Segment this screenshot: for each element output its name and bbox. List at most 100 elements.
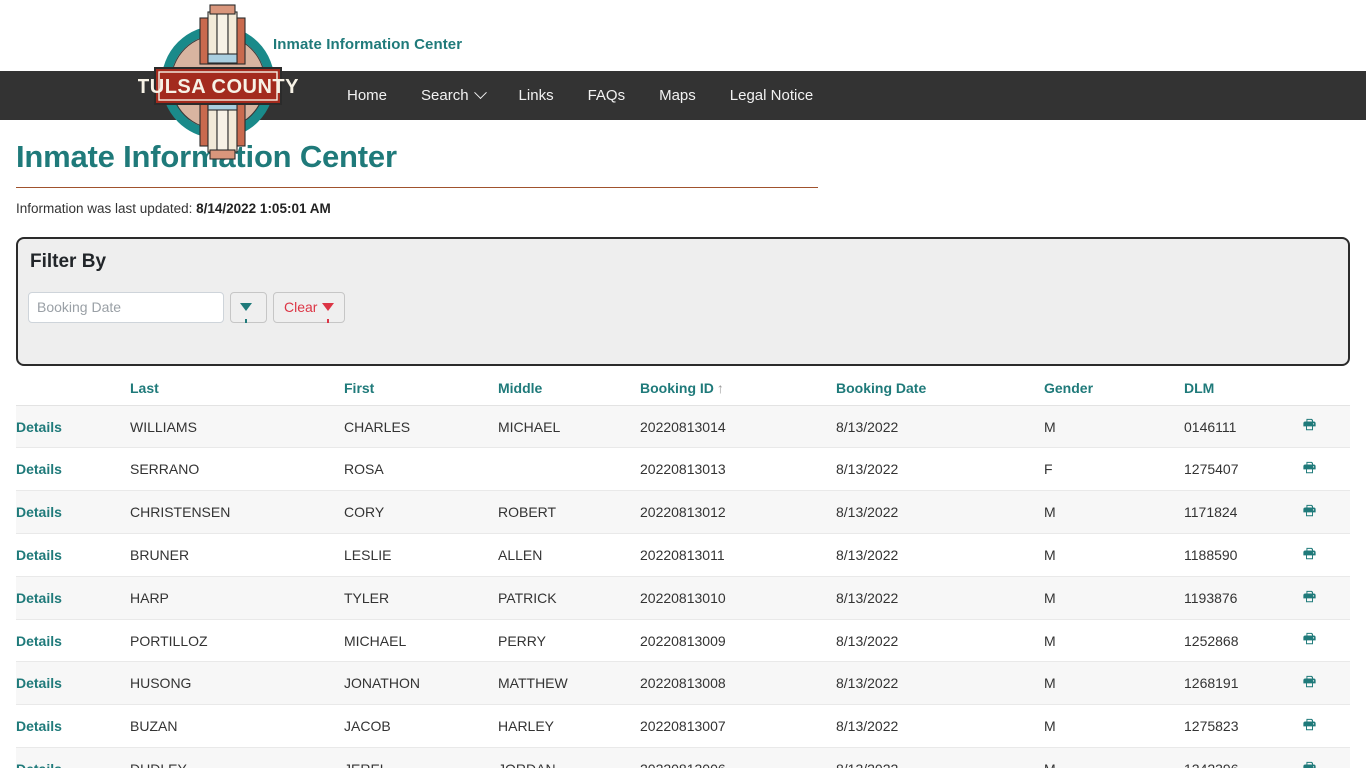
cell-dlm: 1275407 bbox=[1184, 447, 1302, 492]
print-icon bbox=[1303, 504, 1316, 517]
tulsa-county-seal-logo[interactable]: TULSA COUNTY bbox=[137, 2, 299, 162]
cell-last: CHRISTENSEN bbox=[130, 490, 344, 535]
print-row-button[interactable] bbox=[1302, 418, 1317, 435]
col-header-middle[interactable]: Middle bbox=[498, 371, 640, 406]
cell-booking-date: 8/13/2022 bbox=[836, 704, 1044, 749]
cell-first: LESLIE bbox=[344, 533, 498, 577]
print-row-button[interactable] bbox=[1302, 547, 1317, 564]
cell-details[interactable]: Details bbox=[16, 447, 130, 492]
cell-booking-date: 8/13/2022 bbox=[836, 619, 1044, 663]
nav-item-label: Search bbox=[421, 87, 469, 104]
cell-booking-id: 20220813010 bbox=[640, 576, 836, 620]
nav-item-faqs[interactable]: FAQs bbox=[571, 71, 643, 120]
print-row-button[interactable] bbox=[1302, 675, 1317, 692]
cell-middle bbox=[498, 447, 640, 492]
cell-details[interactable]: Details bbox=[16, 661, 130, 706]
col-header-booking-id-label: Booking ID bbox=[640, 379, 714, 396]
col-header-gender[interactable]: Gender bbox=[1044, 371, 1184, 406]
apply-filter-button[interactable] bbox=[230, 291, 267, 324]
nav-item-links[interactable]: Links bbox=[502, 71, 571, 120]
cell-dlm: 1268191 bbox=[1184, 661, 1302, 706]
cell-middle: HARLEY bbox=[498, 704, 640, 749]
details-link[interactable]: Details bbox=[16, 419, 62, 435]
col-header-print bbox=[1302, 371, 1350, 406]
cell-print[interactable] bbox=[1302, 405, 1350, 449]
details-link[interactable]: Details bbox=[16, 761, 62, 768]
cell-last: BUZAN bbox=[130, 704, 344, 749]
cell-details[interactable]: Details bbox=[16, 747, 130, 768]
nav-item-label: Legal Notice bbox=[729, 87, 814, 104]
cell-details[interactable]: Details bbox=[16, 619, 130, 663]
sort-ascending-icon: ↑ bbox=[716, 379, 724, 396]
col-header-booking-date[interactable]: Booking Date bbox=[836, 371, 1044, 406]
cell-print[interactable] bbox=[1302, 576, 1350, 620]
details-link[interactable]: Details bbox=[16, 547, 62, 563]
table-row: Details SERRANO ROSA 20220813013 8/13/2022 F 1… bbox=[16, 447, 1350, 492]
cell-dlm: 1275823 bbox=[1184, 704, 1302, 749]
nav-item-label: Links bbox=[518, 87, 554, 104]
nav-item-legal-notice[interactable]: Legal Notice bbox=[713, 71, 830, 120]
cell-print[interactable] bbox=[1302, 533, 1350, 577]
col-header-booking-id[interactable]: Booking ID ↑ bbox=[640, 371, 836, 406]
table-row: Details HARP TYLER PATRICK 20220813010 8/13/2… bbox=[16, 576, 1350, 620]
print-row-button[interactable] bbox=[1302, 718, 1317, 735]
print-row-button[interactable] bbox=[1302, 761, 1317, 768]
col-header-dlm[interactable]: DLM bbox=[1184, 371, 1302, 406]
cell-dlm: 1242396 bbox=[1184, 747, 1302, 768]
cell-first: JONATHON bbox=[344, 661, 498, 706]
cell-middle: PERRY bbox=[498, 619, 640, 663]
cell-print[interactable] bbox=[1302, 490, 1350, 535]
table-header-row: Last First Middle Booking ID ↑ Booking Da… bbox=[16, 371, 1350, 406]
cell-dlm: 1171824 bbox=[1184, 490, 1302, 535]
tulsa-county-seal-icon: TULSA COUNTY bbox=[137, 4, 299, 160]
cell-first: JACOB bbox=[344, 704, 498, 749]
cell-last: WILLIAMS bbox=[130, 405, 344, 449]
nav-item-label: FAQs bbox=[587, 87, 626, 104]
table-row: Details WILLIAMS CHARLES MICHAEL 20220813014… bbox=[16, 405, 1350, 449]
cell-first: TYLER bbox=[344, 576, 498, 620]
cell-details[interactable]: Details bbox=[16, 704, 130, 749]
cell-details[interactable]: Details bbox=[16, 576, 130, 620]
details-link[interactable]: Details bbox=[16, 633, 62, 649]
print-row-button[interactable] bbox=[1302, 461, 1317, 478]
cell-print[interactable] bbox=[1302, 704, 1350, 749]
cell-middle: PATRICK bbox=[498, 576, 640, 620]
cell-print[interactable] bbox=[1302, 619, 1350, 663]
filter-controls-row: Clear bbox=[28, 291, 1338, 324]
nav-item-search[interactable]: Search bbox=[404, 71, 502, 120]
details-link[interactable]: Details bbox=[16, 504, 62, 520]
cell-middle: ROBERT bbox=[498, 490, 640, 535]
nav-item-maps[interactable]: Maps bbox=[642, 71, 713, 120]
col-header-last[interactable]: Last bbox=[130, 371, 344, 406]
cell-middle: MATTHEW bbox=[498, 661, 640, 706]
clear-filter-button[interactable]: Clear bbox=[273, 291, 346, 324]
cell-print[interactable] bbox=[1302, 661, 1350, 706]
details-link[interactable]: Details bbox=[16, 590, 62, 606]
title-divider bbox=[16, 186, 818, 188]
details-link[interactable]: Details bbox=[16, 718, 62, 734]
print-row-button[interactable] bbox=[1302, 590, 1317, 607]
cell-gender: M bbox=[1044, 533, 1184, 577]
cell-details[interactable]: Details bbox=[16, 533, 130, 577]
cell-print[interactable] bbox=[1302, 447, 1350, 492]
cell-booking-id: 20220813006 bbox=[640, 747, 836, 768]
cell-details[interactable]: Details bbox=[16, 490, 130, 535]
print-icon bbox=[1303, 419, 1316, 431]
booking-date-input[interactable] bbox=[28, 291, 224, 323]
details-link[interactable]: Details bbox=[16, 461, 62, 477]
nav-item-label: Maps bbox=[659, 87, 696, 104]
print-row-button[interactable] bbox=[1302, 632, 1317, 649]
col-header-first[interactable]: First bbox=[344, 371, 498, 406]
cell-booking-date: 8/13/2022 bbox=[836, 490, 1044, 535]
cell-booking-id: 20220813007 bbox=[640, 704, 836, 749]
cell-print[interactable] bbox=[1302, 747, 1350, 768]
cell-last: SERRANO bbox=[130, 447, 344, 492]
cell-first: CHARLES bbox=[344, 405, 498, 449]
table-row: Details BUZAN JACOB HARLEY 20220813007 8/13/2… bbox=[16, 704, 1350, 749]
details-link[interactable]: Details bbox=[16, 675, 62, 691]
print-icon bbox=[1303, 718, 1316, 731]
cell-details[interactable]: Details bbox=[16, 405, 130, 449]
nav-item-home[interactable]: Home bbox=[330, 71, 404, 120]
inmate-table-container: Last First Middle Booking ID ↑ Booking Da… bbox=[16, 371, 1350, 768]
print-row-button[interactable] bbox=[1302, 504, 1317, 521]
